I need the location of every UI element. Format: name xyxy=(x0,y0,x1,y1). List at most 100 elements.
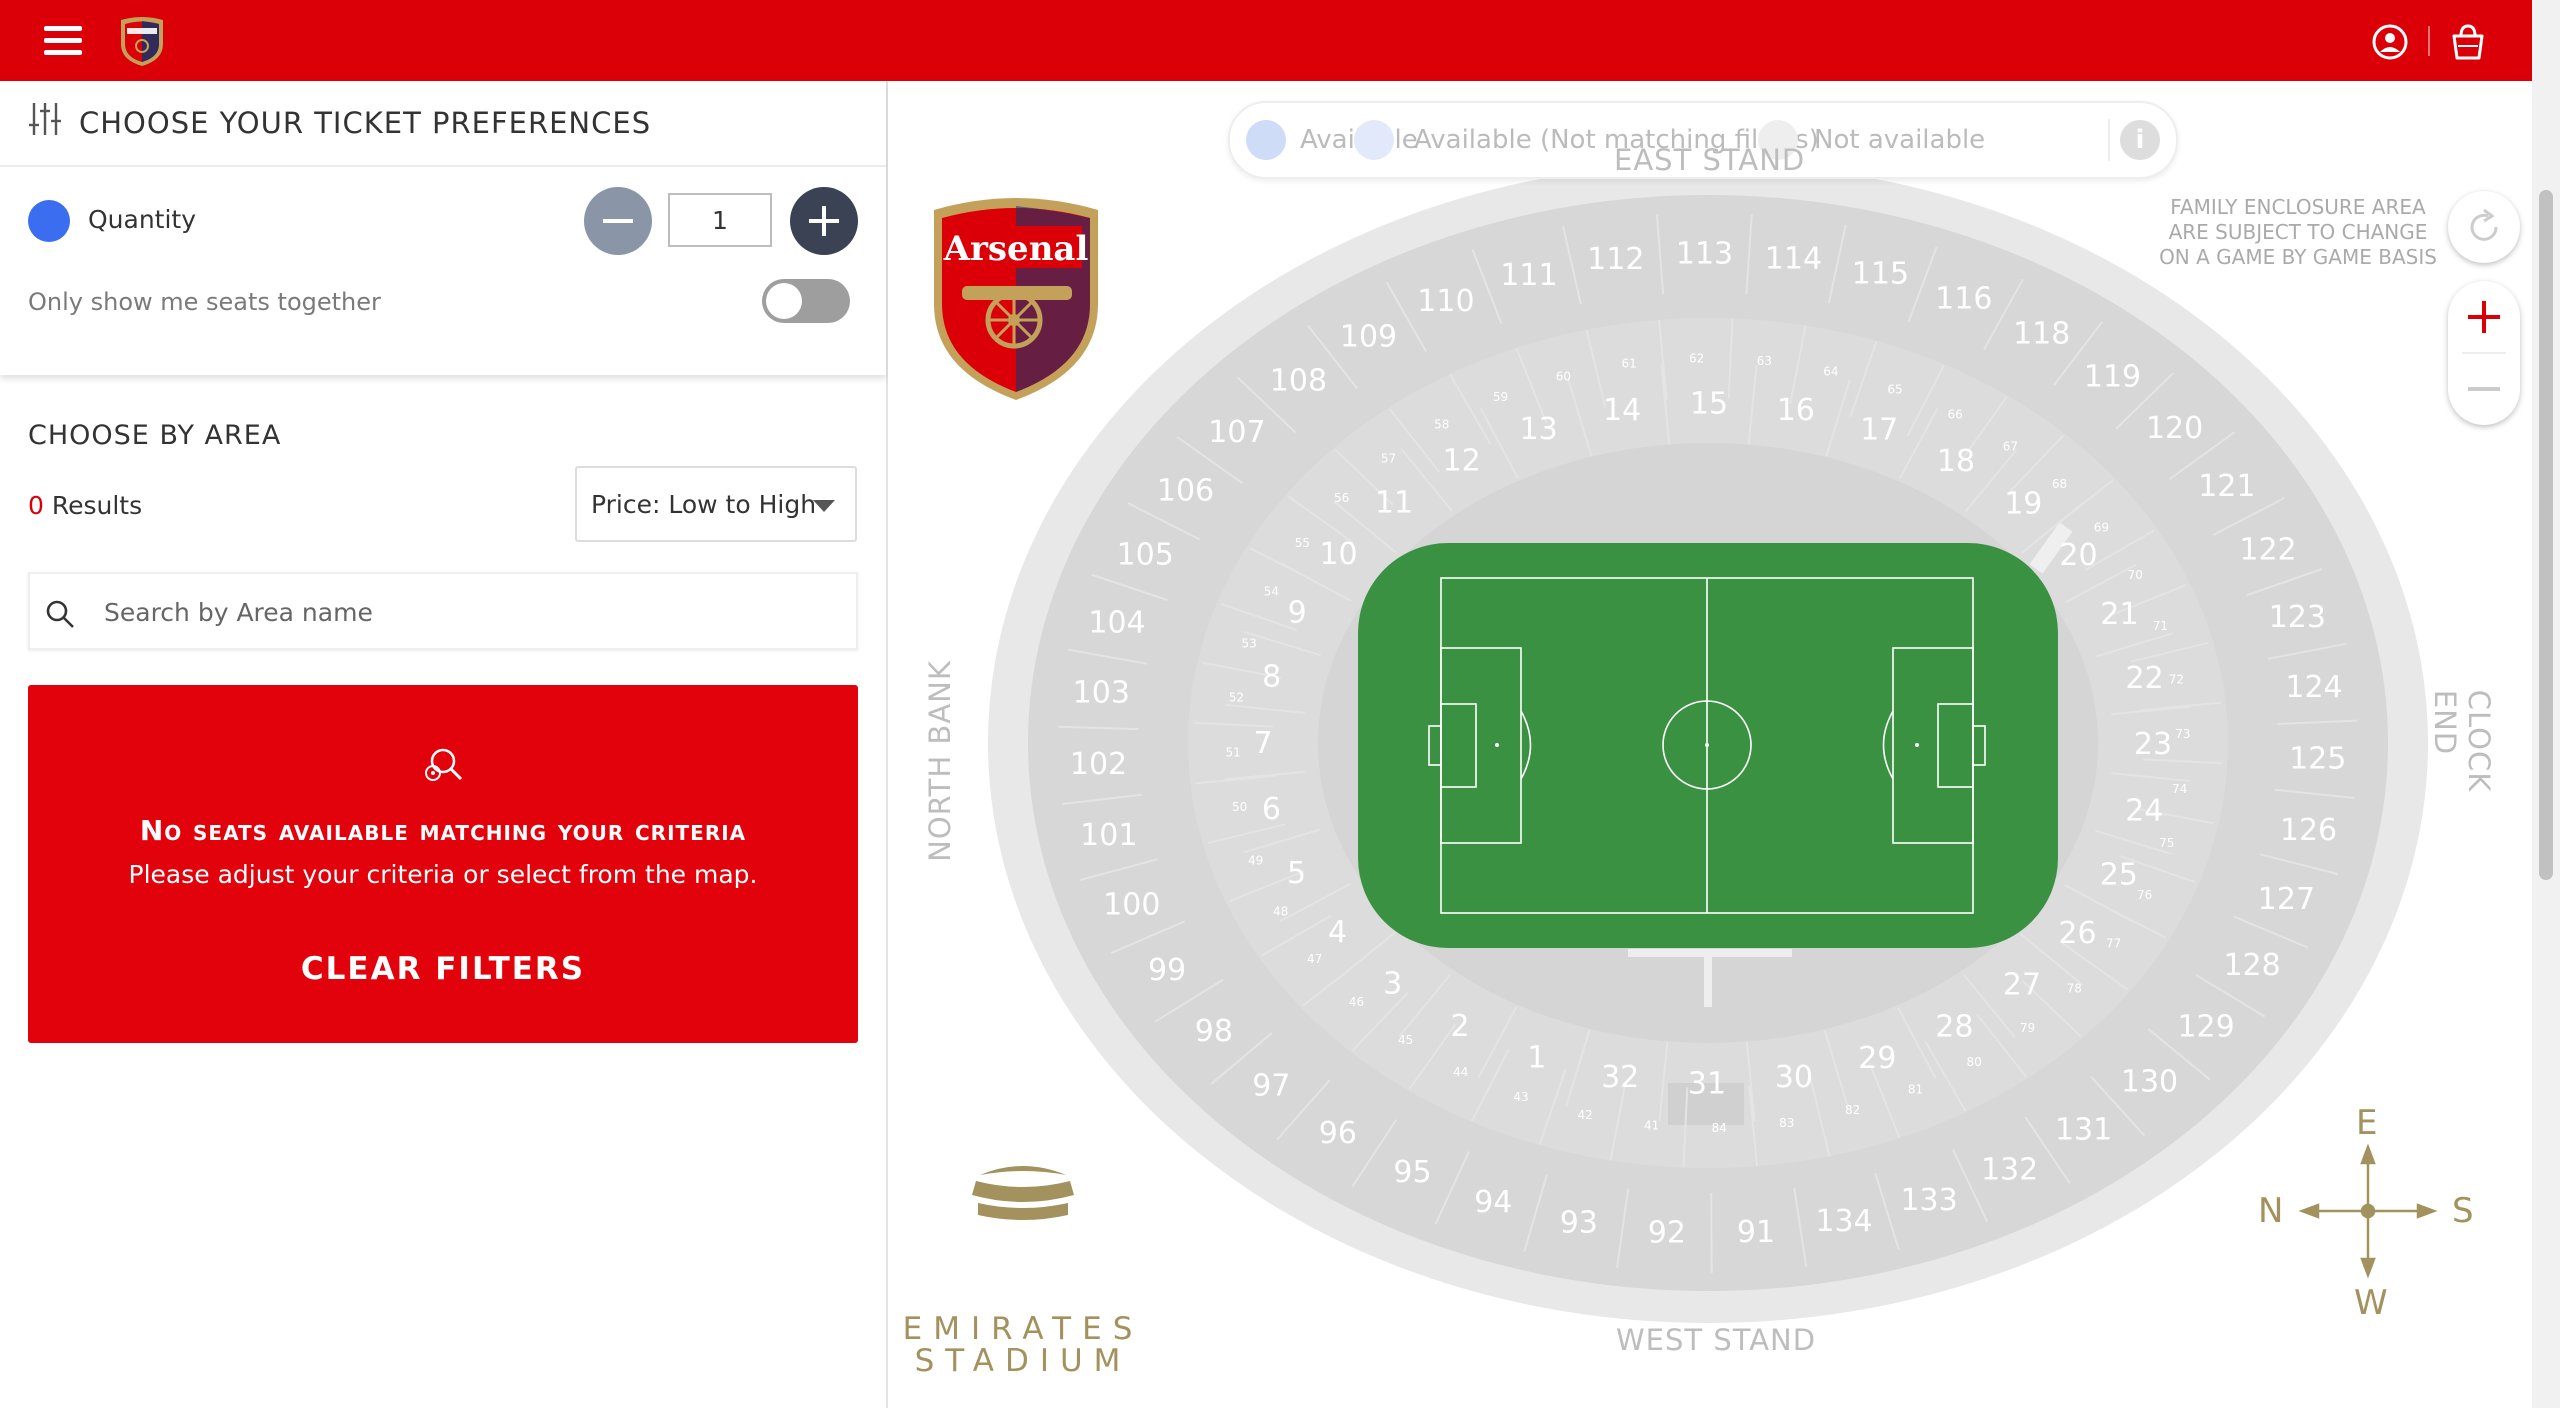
seat-block-74[interactable]: 74 xyxy=(2172,782,2187,796)
seat-block-63[interactable]: 63 xyxy=(1757,354,1772,368)
seat-block-107[interactable]: 107 xyxy=(1208,415,1265,450)
seat-block-108[interactable]: 108 xyxy=(1270,363,1327,398)
seat-block-129[interactable]: 129 xyxy=(2177,1009,2234,1044)
seat-block-101[interactable]: 101 xyxy=(1080,818,1137,853)
seat-block-91[interactable]: 91 xyxy=(1737,1215,1775,1250)
reset-view-button[interactable] xyxy=(2448,191,2520,263)
seat-block-80[interactable]: 80 xyxy=(1967,1055,1982,1069)
seat-block-115[interactable]: 115 xyxy=(1852,257,1909,292)
seat-block-6[interactable]: 6 xyxy=(1262,792,1281,827)
seat-block-110[interactable]: 110 xyxy=(1417,284,1474,319)
seat-block-58[interactable]: 58 xyxy=(1434,417,1449,431)
seat-block-59[interactable]: 59 xyxy=(1493,390,1508,404)
seat-block-29[interactable]: 29 xyxy=(1858,1041,1896,1076)
seats-together-toggle[interactable] xyxy=(762,279,850,323)
seat-block-112[interactable]: 112 xyxy=(1587,242,1644,277)
seat-block-68[interactable]: 68 xyxy=(2052,477,2067,491)
seat-block-52[interactable]: 52 xyxy=(1229,691,1244,705)
seat-block-31[interactable]: 31 xyxy=(1688,1067,1726,1102)
seat-block-103[interactable]: 103 xyxy=(1073,676,1130,711)
seat-block-106[interactable]: 106 xyxy=(1157,474,1214,509)
seat-block-5[interactable]: 5 xyxy=(1287,856,1306,891)
seat-block-50[interactable]: 50 xyxy=(1232,800,1247,814)
seat-block-8[interactable]: 8 xyxy=(1262,659,1281,694)
seat-block-122[interactable]: 122 xyxy=(2239,532,2296,567)
seat-block-124[interactable]: 124 xyxy=(2285,670,2342,705)
hamburger-menu-icon[interactable] xyxy=(44,26,82,56)
seat-block-53[interactable]: 53 xyxy=(1242,637,1257,651)
seat-block-96[interactable]: 96 xyxy=(1319,1116,1357,1151)
seat-block-11[interactable]: 11 xyxy=(1375,486,1413,521)
seat-block-78[interactable]: 78 xyxy=(2067,981,2082,995)
seat-block-56[interactable]: 56 xyxy=(1334,491,1349,505)
seat-block-3[interactable]: 3 xyxy=(1383,966,1402,1001)
seat-block-26[interactable]: 26 xyxy=(2058,916,2096,951)
zoom-out-button[interactable] xyxy=(2448,353,2520,425)
seat-block-54[interactable]: 54 xyxy=(1264,585,1279,599)
seat-block-114[interactable]: 114 xyxy=(1765,241,1822,276)
seat-block-83[interactable]: 83 xyxy=(1779,1116,1794,1130)
seat-block-84[interactable]: 84 xyxy=(1712,1121,1727,1135)
seat-block-123[interactable]: 123 xyxy=(2269,600,2326,635)
zoom-in-button[interactable] xyxy=(2448,281,2520,353)
seat-block-62[interactable]: 62 xyxy=(1689,351,1704,365)
seat-block-20[interactable]: 20 xyxy=(2059,538,2097,573)
seat-block-119[interactable]: 119 xyxy=(2084,360,2141,395)
area-search-input[interactable] xyxy=(102,588,846,636)
seat-block-19[interactable]: 19 xyxy=(2004,487,2042,522)
seat-block-75[interactable]: 75 xyxy=(2159,836,2174,850)
seat-block-18[interactable]: 18 xyxy=(1937,444,1975,479)
seat-block-7[interactable]: 7 xyxy=(1253,726,1272,761)
seat-block-111[interactable]: 111 xyxy=(1500,258,1557,293)
seat-block-116[interactable]: 116 xyxy=(1935,282,1992,317)
quantity-decrease-button[interactable] xyxy=(584,187,652,255)
seat-block-79[interactable]: 79 xyxy=(2020,1021,2035,1035)
seat-block-57[interactable]: 57 xyxy=(1381,451,1396,465)
quantity-increase-button[interactable] xyxy=(790,187,858,255)
seat-block-48[interactable]: 48 xyxy=(1273,904,1288,918)
seat-block-104[interactable]: 104 xyxy=(1088,605,1145,640)
basket-icon[interactable] xyxy=(2448,22,2488,62)
seat-block-55[interactable]: 55 xyxy=(1295,536,1310,550)
seat-block-10[interactable]: 10 xyxy=(1319,537,1357,572)
seat-block-51[interactable]: 51 xyxy=(1225,745,1240,759)
seat-block-109[interactable]: 109 xyxy=(1340,319,1397,354)
seat-block-102[interactable]: 102 xyxy=(1070,747,1127,782)
seat-block-125[interactable]: 125 xyxy=(2289,742,2346,777)
seat-block-99[interactable]: 99 xyxy=(1148,953,1186,988)
seat-block-46[interactable]: 46 xyxy=(1349,995,1364,1009)
seat-block-76[interactable]: 76 xyxy=(2137,888,2152,902)
quantity-input[interactable] xyxy=(668,193,772,247)
seat-block-22[interactable]: 22 xyxy=(2126,661,2164,696)
seat-block-82[interactable]: 82 xyxy=(1845,1103,1860,1117)
seat-block-70[interactable]: 70 xyxy=(2128,568,2143,582)
sort-dropdown[interactable]: Price: Low to High xyxy=(575,466,857,542)
seat-block-30[interactable]: 30 xyxy=(1775,1060,1813,1095)
seat-block-113[interactable]: 113 xyxy=(1676,237,1733,272)
seat-block-92[interactable]: 92 xyxy=(1648,1215,1686,1250)
seat-block-105[interactable]: 105 xyxy=(1117,537,1174,572)
seat-block-94[interactable]: 94 xyxy=(1474,1185,1512,1220)
seat-block-49[interactable]: 49 xyxy=(1248,853,1263,867)
seat-block-77[interactable]: 77 xyxy=(2106,937,2121,951)
seat-block-12[interactable]: 12 xyxy=(1443,443,1481,478)
seat-block-15[interactable]: 15 xyxy=(1690,387,1728,422)
seat-block-17[interactable]: 17 xyxy=(1860,413,1898,448)
seat-block-27[interactable]: 27 xyxy=(2003,967,2041,1002)
info-icon[interactable]: i xyxy=(2120,120,2160,160)
seat-block-97[interactable]: 97 xyxy=(1252,1069,1290,1104)
seat-block-2[interactable]: 2 xyxy=(1450,1009,1469,1044)
seat-block-60[interactable]: 60 xyxy=(1556,370,1571,384)
seat-block-25[interactable]: 25 xyxy=(2100,857,2138,892)
clear-filters-button[interactable]: CLEAR FILTERS xyxy=(268,951,618,1001)
seat-block-66[interactable]: 66 xyxy=(1948,408,1963,422)
seat-block-131[interactable]: 131 xyxy=(2055,1113,2112,1148)
seat-block-120[interactable]: 120 xyxy=(2146,411,2203,446)
seat-block-134[interactable]: 134 xyxy=(1815,1204,1872,1239)
seat-block-21[interactable]: 21 xyxy=(2100,597,2138,632)
seat-block-127[interactable]: 127 xyxy=(2258,882,2315,917)
seat-block-4[interactable]: 4 xyxy=(1328,915,1347,950)
seat-block-32[interactable]: 32 xyxy=(1601,1060,1639,1095)
seat-block-28[interactable]: 28 xyxy=(1935,1010,1973,1045)
seat-block-24[interactable]: 24 xyxy=(2125,794,2163,829)
